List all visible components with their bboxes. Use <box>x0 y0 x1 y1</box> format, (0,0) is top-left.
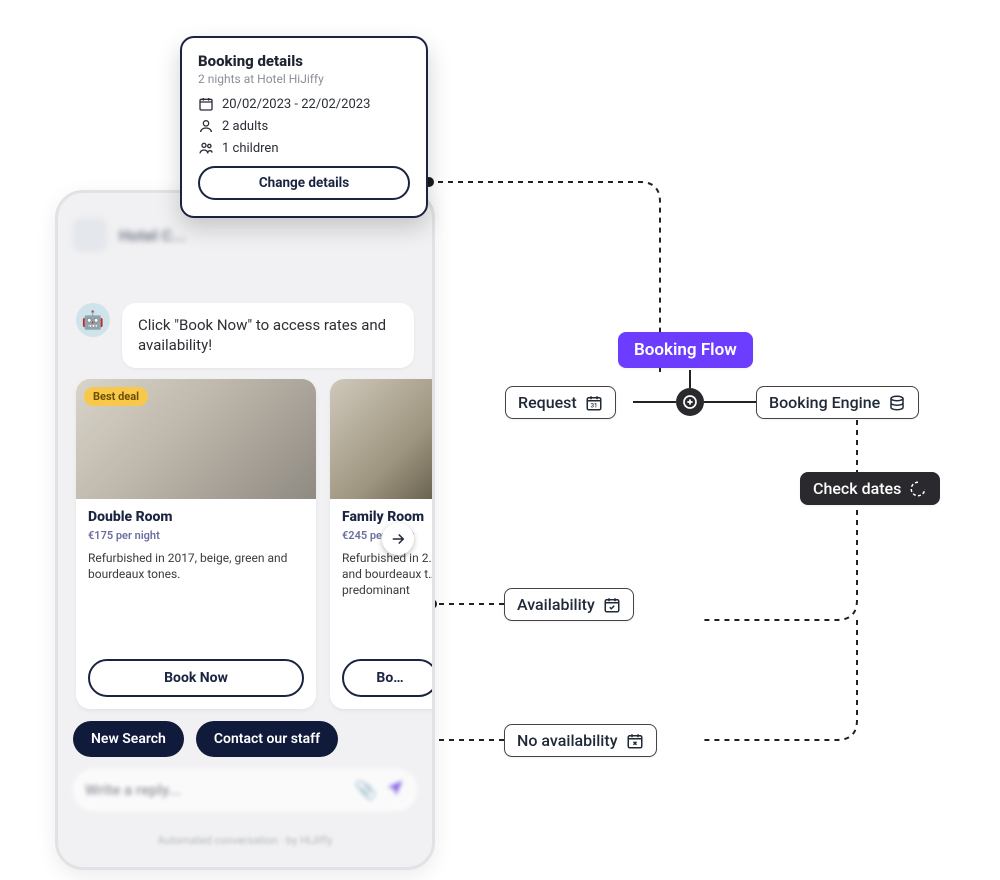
booking-children-row: 1 children <box>198 140 410 156</box>
booking-adults-row: 2 adults <box>198 118 410 134</box>
label-text: Check dates <box>813 479 901 498</box>
users-icon <box>198 140 214 156</box>
quick-actions: New Search Contact our staff <box>73 721 338 757</box>
widget-header: Hotel C... <box>73 215 417 255</box>
room-photo: Best deal <box>76 379 316 499</box>
booking-title: Booking details <box>198 52 410 70</box>
flow-booking-engine: Booking Engine <box>756 386 919 419</box>
attach-icon[interactable]: 📎 <box>355 780 377 801</box>
book-now-button[interactable]: Book Now <box>88 659 304 697</box>
calendar-x-icon <box>626 732 644 750</box>
arrow-right-icon <box>389 530 407 548</box>
label-text: Request <box>518 393 577 412</box>
contact-staff-button[interactable]: Contact our staff <box>196 721 338 757</box>
new-search-button[interactable]: New Search <box>73 721 184 757</box>
send-icon[interactable] <box>385 778 405 802</box>
brand-logo <box>73 218 107 252</box>
carousel-next-button[interactable] <box>382 523 414 555</box>
booking-subtitle: 2 nights at Hotel HiJiffy <box>198 72 410 86</box>
bot-message-row: 🤖 Click "Book Now" to access rates and a… <box>76 303 414 368</box>
room-description: Refurbished in 2… and bourdeaux t… predo… <box>342 550 435 599</box>
room-carousel[interactable]: Best deal Double Room €175 per night Ref… <box>76 379 432 709</box>
booking-dates: 20/02/2023 - 22/02/2023 <box>222 97 370 112</box>
composer-placeholder: Write a reply... <box>85 781 347 799</box>
flow-availability: Availability <box>504 588 634 621</box>
label-text: Availability <box>517 595 595 614</box>
flow-booking-flow: Booking Flow <box>618 332 753 368</box>
plus-icon <box>682 394 698 410</box>
spinner-icon <box>909 480 927 498</box>
message-composer[interactable]: Write a reply... 📎 <box>73 769 417 811</box>
calendar-icon: 31 <box>585 394 603 412</box>
booking-details-popover: Booking details 2 nights at Hotel HiJiff… <box>180 36 428 218</box>
label-text: Booking Engine <box>769 393 880 412</box>
room-photo <box>330 379 435 499</box>
chat-widget: Hotel C... 🤖 Click "Book Now" to access … <box>55 190 435 870</box>
svg-text:31: 31 <box>590 402 597 409</box>
bot-avatar: 🤖 <box>76 303 110 337</box>
booking-adults: 2 adults <box>222 119 268 134</box>
label-text: Booking Flow <box>634 340 737 360</box>
book-now-button[interactable]: Bo… <box>342 659 435 697</box>
flow-check-dates: Check dates <box>800 472 940 505</box>
calendar-check-icon <box>603 596 621 614</box>
label-text: No availability <box>517 731 618 750</box>
booking-dates-row: 20/02/2023 - 22/02/2023 <box>198 96 410 112</box>
flow-plus-node <box>676 388 704 416</box>
room-card[interactable]: Best deal Double Room €175 per night Ref… <box>76 379 316 709</box>
room-name: Family Room <box>342 509 435 525</box>
change-details-button[interactable]: Change details <box>198 166 410 200</box>
room-price: €175 per night <box>88 529 304 542</box>
database-icon <box>888 394 906 412</box>
calendar-icon <box>198 96 214 112</box>
room-description: Refurbished in 2017, beige, green and bo… <box>88 550 304 582</box>
flow-no-availability: No availability <box>504 724 657 757</box>
booking-children: 1 children <box>222 141 279 156</box>
flow-request: Request 31 <box>505 386 616 419</box>
room-name: Double Room <box>88 509 304 525</box>
best-deal-badge: Best deal <box>84 387 148 406</box>
brand-name: Hotel C... <box>119 226 186 245</box>
user-icon <box>198 118 214 134</box>
widget-footer: Automated conversation · by HiJiffy <box>58 834 432 847</box>
bot-message: Click "Book Now" to access rates and ava… <box>122 303 414 368</box>
